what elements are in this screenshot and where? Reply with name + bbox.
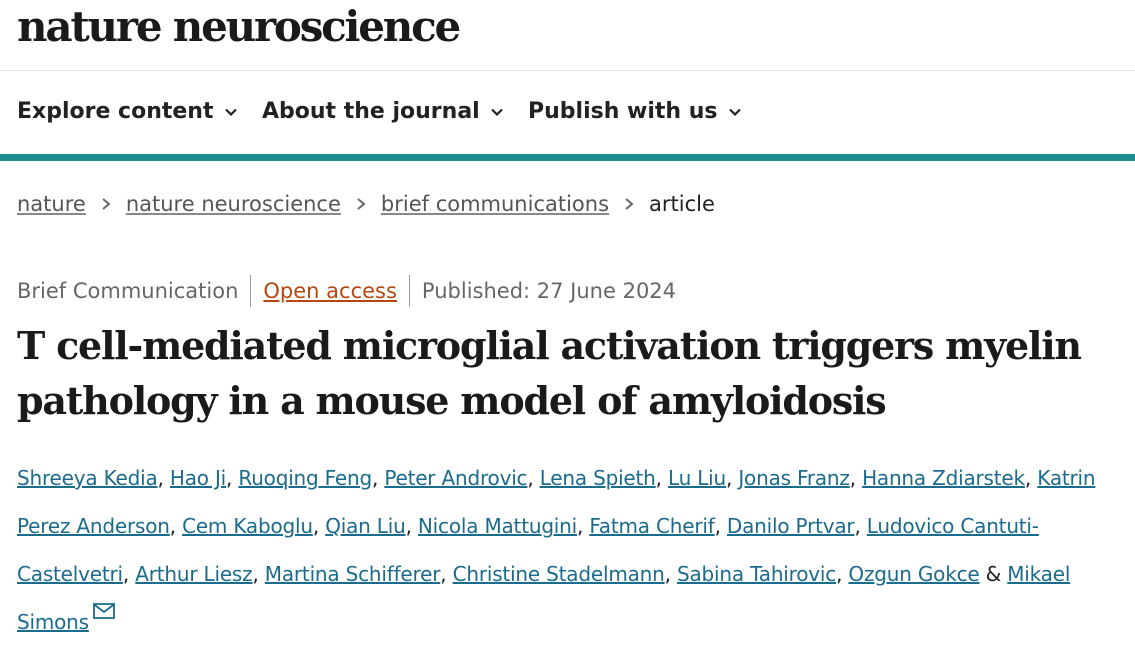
nav-explore-content[interactable]: Explore content [17, 99, 238, 124]
author-separator: , [405, 514, 412, 538]
author-link[interactable]: Danilo Prtvar [727, 514, 855, 538]
author-link[interactable]: Nicola Mattugini [418, 514, 577, 538]
nav-publish-with-us[interactable]: Publish with us [528, 99, 742, 124]
author-link[interactable]: Hao Ji [170, 466, 226, 490]
publication-date: Published: 27 June 2024 [421, 279, 677, 303]
article-type: Brief Communication [17, 279, 239, 303]
chevron-down-icon [490, 108, 503, 116]
author-link[interactable]: Martina Schifferer [265, 562, 441, 586]
author-link[interactable]: Peter Androvic [384, 466, 527, 490]
nav-item-label: Explore content [17, 99, 214, 124]
author-link[interactable]: Ruoqing Feng [238, 466, 372, 490]
breadcrumb-link-section[interactable]: brief communications [381, 192, 609, 216]
article-meta: Brief Communication Open access Publishe… [17, 275, 676, 307]
author-separator: , [1024, 466, 1032, 490]
author-link[interactable]: Qian Liu [325, 514, 406, 538]
article-title: T cell-mediated microglial activation tr… [17, 323, 1082, 423]
author-separator: , [122, 562, 130, 586]
author-separator: , [664, 562, 671, 586]
author-link[interactable]: Cem Kaboglu [182, 514, 313, 538]
author-separator: , [577, 514, 584, 538]
author-list: Shreeya Kedia, Hao Ji, Ruoqing Feng, Pet… [17, 454, 1132, 646]
author-separator: , [440, 562, 447, 586]
author-separator: , [714, 514, 721, 538]
nav-about-the-journal[interactable]: About the journal [262, 99, 504, 124]
author-link[interactable]: Ozgun Gokce [848, 562, 979, 586]
breadcrumb-link-journal[interactable]: nature neuroscience [126, 192, 341, 216]
chevron-down-icon [728, 108, 741, 116]
open-access-link[interactable]: Open access [263, 279, 397, 303]
chevron-down-icon [224, 108, 237, 116]
author-connector: & [985, 562, 1002, 586]
author-separator: , [854, 514, 861, 538]
breadcrumb: nature nature neuroscience brief communi… [17, 192, 715, 216]
chevron-right-icon [625, 198, 634, 210]
chevron-right-icon [102, 198, 111, 210]
author-link[interactable]: Lena Spieth [540, 466, 656, 490]
author-separator: , [371, 466, 379, 490]
nav-item-label: Publish with us [528, 99, 718, 124]
author-separator: , [252, 562, 259, 586]
mail-icon[interactable] [92, 603, 115, 619]
author-link[interactable]: Lu Liu [668, 466, 726, 490]
author-separator: , [726, 466, 733, 490]
author-separator: , [312, 514, 320, 538]
author-separator: , [157, 466, 164, 490]
breadcrumb-current: article [649, 192, 715, 216]
author-link[interactable]: Sabina Tahirovic [677, 562, 836, 586]
breadcrumb-link-nature[interactable]: nature [17, 192, 86, 216]
author-separator: , [655, 466, 662, 490]
journal-logo[interactable]: nature neuroscience [17, 2, 461, 51]
author-separator: , [527, 466, 534, 490]
author-link[interactable]: Arthur Liesz [135, 562, 252, 586]
author-link[interactable]: Hanna Zdiarstek [862, 466, 1025, 490]
author-separator: , [226, 466, 233, 490]
author-separator: , [836, 562, 843, 586]
meta-divider [250, 275, 252, 307]
author-link[interactable]: Christine Stadelmann [453, 562, 665, 586]
author-link[interactable]: Fatma Cherif [589, 514, 714, 538]
author-link[interactable]: Shreeya Kedia [17, 466, 158, 490]
main-nav: Explore content About the journal Publis… [0, 71, 1135, 161]
nav-item-label: About the journal [262, 99, 480, 124]
chevron-right-icon [357, 198, 366, 210]
author-link[interactable]: Jonas Franz [738, 466, 850, 490]
author-separator: , [169, 514, 176, 538]
author-separator: , [849, 466, 856, 490]
masthead: nature neuroscience [0, 0, 1135, 71]
meta-divider [408, 275, 410, 307]
